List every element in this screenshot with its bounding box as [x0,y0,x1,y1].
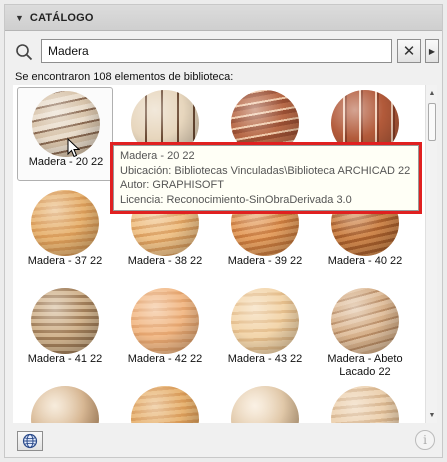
clear-search-button[interactable]: ✕ [397,39,421,63]
material-tile[interactable]: Madera - 42 22 [117,285,213,379]
material-tile[interactable] [217,383,313,423]
result-count: Se encontraron 108 elementos de bibliote… [15,71,234,83]
material-tile[interactable]: Madera - 37 22 [17,187,113,281]
scroll-thumb[interactable] [428,103,436,141]
catalog-panel: ▼ CATÁLOGO ✕ ▶ Se encontraron 108 elemen… [4,4,443,458]
material-tile-label: Madera - 40 22 [327,255,403,267]
material-tile[interactable] [117,383,213,423]
scroll-up-arrow-icon[interactable]: ▲ [426,87,438,99]
close-icon: ✕ [402,43,416,60]
material-thumbnail [231,386,299,423]
material-grid[interactable]: Madera - 20 22 Madera - 37 22 Madera - 38 … [13,85,425,423]
material-tile-label: Madera - Abeto Lacado 22 [327,353,403,378]
search-icon [16,44,33,61]
material-thumbnail [331,288,399,354]
material-tile-label: Madera - 43 22 [227,353,303,365]
material-thumbnail [31,288,99,354]
material-thumbnail [131,288,199,354]
material-tile-label: Madera - 38 22 [127,255,203,267]
info-button[interactable]: i [415,430,435,450]
tooltip-name: Madera - 20 22 [120,150,195,162]
material-thumbnail [31,386,99,423]
tooltip-author: Autor: GRAPHISOFT [120,179,224,191]
info-icon: i [423,433,427,447]
material-tile[interactable]: Madera - 20 22 [17,87,113,181]
item-tooltip: Madera - 20 22 Ubicación: Bibliotecas Vi… [110,142,422,214]
scroll-down-arrow-icon[interactable]: ▼ [426,409,438,421]
tooltip-location: Ubicación: Bibliotecas Vinculadas\Biblio… [120,164,411,177]
material-thumbnail [231,288,299,354]
search-input[interactable] [41,39,392,63]
material-tile-label: Madera - 41 22 [27,353,103,365]
panel-header[interactable]: ▼ CATÁLOGO [5,5,442,31]
mouse-cursor-icon [67,138,81,158]
panel-footer: i [5,423,442,457]
tooltip-license: Licencia: Reconocimiento-SinObraDerivada… [120,193,352,206]
material-thumbnail [32,91,100,157]
material-tile[interactable] [317,383,413,423]
material-tile[interactable]: Madera - Abeto Lacado 22 [317,285,413,379]
material-tile-label: Madera - 42 22 [127,353,203,365]
search-row: ✕ ▶ [13,39,439,65]
panel-title: CATÁLOGO [29,11,94,24]
expand-button[interactable]: ▶ [425,39,439,63]
chevron-right-icon: ▶ [428,46,436,56]
material-thumbnail [331,386,399,423]
material-thumbnail [131,386,199,423]
material-tile[interactable] [17,383,113,423]
globe-icon [22,433,38,449]
library-globe-button[interactable] [17,431,43,451]
vertical-scrollbar[interactable]: ▲ ▼ [425,85,437,423]
collapse-triangle-icon[interactable]: ▼ [15,13,24,23]
material-tile-label: Madera - 37 22 [27,255,103,267]
material-tile[interactable]: Madera - 43 22 [217,285,313,379]
material-tile-label: Madera - 39 22 [227,255,303,267]
material-tile[interactable]: Madera - 41 22 [17,285,113,379]
material-thumbnail [31,190,99,256]
material-tile-label: Madera - 20 22 [28,156,104,168]
